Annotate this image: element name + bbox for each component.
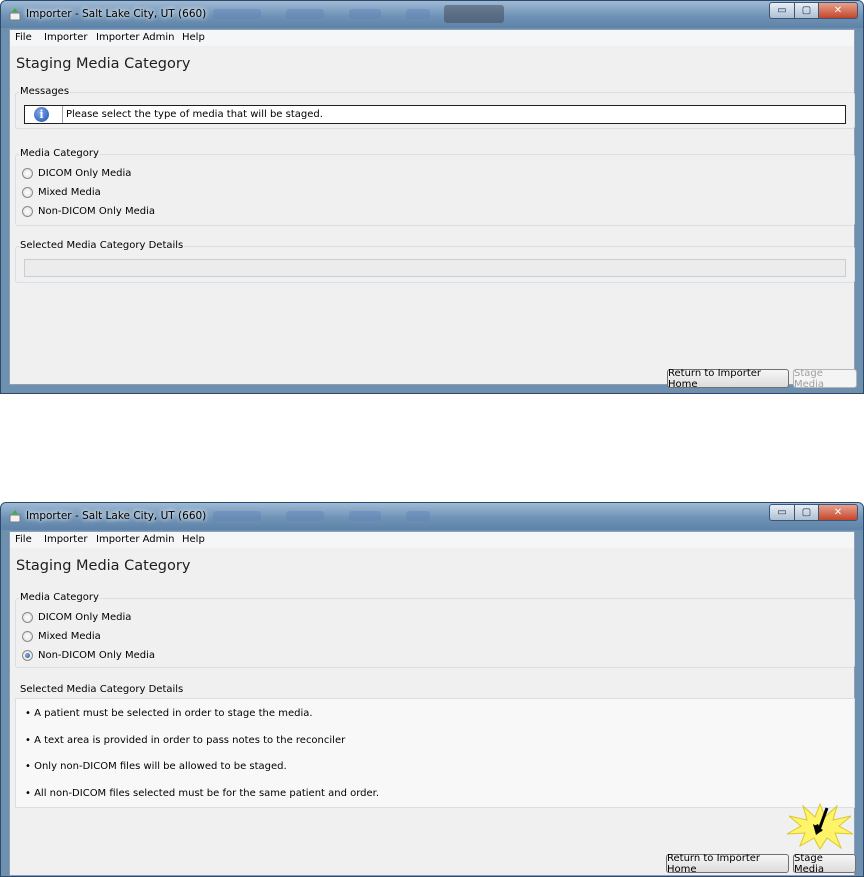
radio-button[interactable]: [22, 186, 33, 198]
menu-file[interactable]: File: [15, 534, 32, 545]
radio-button-selected[interactable]: [22, 649, 33, 661]
radio-label: DICOM Only Media: [38, 167, 132, 179]
radio-label: Non-DICOM Only Media: [38, 649, 155, 661]
background-title-blur: [349, 511, 381, 521]
radio-label: Mixed Media: [38, 186, 101, 198]
info-icon: i: [34, 107, 49, 122]
importer-window-1: Importer - Salt Lake City, UT (660) ▭ ▢ …: [0, 0, 864, 394]
radio-non-dicom-only[interactable]: Non-DICOM Only Media: [22, 204, 155, 218]
title-bar: Importer - Salt Lake City, UT (660) ▭ ▢ …: [1, 503, 863, 530]
media-category-label: Media Category: [19, 592, 100, 603]
background-title-blur: [213, 9, 261, 19]
details-panel: • A patient must be selected in order to…: [15, 698, 855, 808]
menu-bar: File Importer Importer Admin Help: [10, 532, 854, 548]
close-button[interactable]: ✕: [818, 2, 858, 19]
menu-importer[interactable]: Importer: [44, 534, 87, 545]
details-panel: [24, 259, 846, 277]
radio-mixed-media[interactable]: Mixed Media: [22, 185, 101, 199]
return-home-button[interactable]: Return to Importer Home: [667, 368, 789, 390]
menu-importer-admin[interactable]: Importer Admin: [96, 32, 175, 43]
title-bar: Importer - Salt Lake City, UT (660) ▭ ▢ …: [1, 1, 863, 28]
radio-label: DICOM Only Media: [38, 611, 132, 623]
minimize-button[interactable]: ▭: [769, 2, 795, 19]
background-title-blur: [349, 9, 381, 19]
background-title-blur: [406, 511, 430, 521]
menu-bar: File Importer Importer Admin Help: [10, 30, 854, 46]
minimize-button[interactable]: ▭: [769, 504, 795, 521]
app-icon: [9, 8, 21, 21]
maximize-button[interactable]: ▢: [794, 2, 819, 19]
radio-dicom-only[interactable]: DICOM Only Media: [22, 166, 131, 180]
message-text: Please select the type of media that wil…: [66, 109, 323, 120]
client-area: File Importer Importer Admin Help Stagin…: [9, 531, 856, 876]
radio-dicom-only[interactable]: DICOM Only Media: [22, 610, 131, 624]
radio-mixed-media[interactable]: Mixed Media: [22, 629, 101, 643]
detail-item: • All non-DICOM files selected must be f…: [25, 788, 380, 799]
menu-importer[interactable]: Importer: [44, 32, 87, 43]
background-title-blur: [444, 5, 504, 23]
menu-importer-admin[interactable]: Importer Admin: [96, 534, 175, 545]
radio-button[interactable]: [22, 630, 33, 642]
menu-file[interactable]: File: [15, 32, 32, 43]
highlight-burst-icon: [786, 802, 854, 850]
detail-item: • Only non-DICOM files will be allowed t…: [25, 761, 287, 772]
detail-item: • A text area is provided in order to pa…: [25, 735, 346, 746]
app-icon: [9, 510, 21, 523]
background-title-blur: [286, 511, 324, 521]
background-title-blur: [406, 9, 430, 19]
divider: [62, 106, 63, 123]
importer-window-2: Importer - Salt Lake City, UT (660) ▭ ▢ …: [0, 502, 864, 877]
background-title-blur: [213, 511, 261, 521]
window-title: Importer - Salt Lake City, UT (660): [26, 8, 207, 20]
radio-label: Non-DICOM Only Media: [38, 205, 155, 217]
stage-media-button[interactable]: Stage Media: [793, 853, 856, 875]
messages-label: Messages: [19, 86, 71, 97]
detail-item: • A patient must be selected in order to…: [25, 708, 313, 719]
page-title: Staging Media Category: [16, 558, 191, 574]
menu-help[interactable]: Help: [182, 534, 205, 545]
client-area: File Importer Importer Admin Help Stagin…: [9, 29, 857, 390]
page-title: Staging Media Category: [16, 56, 191, 72]
radio-non-dicom-only[interactable]: Non-DICOM Only Media: [22, 648, 155, 662]
background-title-blur: [286, 9, 324, 19]
return-home-button[interactable]: Return to Importer Home: [666, 853, 789, 875]
radio-button[interactable]: [22, 167, 33, 179]
window-title: Importer - Salt Lake City, UT (660): [26, 510, 207, 522]
details-label: Selected Media Category Details: [19, 240, 185, 251]
radio-label: Mixed Media: [38, 630, 101, 642]
details-label: Selected Media Category Details: [19, 684, 185, 695]
menu-help[interactable]: Help: [182, 32, 205, 43]
radio-button[interactable]: [22, 205, 33, 217]
media-category-label: Media Category: [19, 148, 100, 159]
maximize-button[interactable]: ▢: [794, 504, 819, 521]
stage-media-button[interactable]: Stage Media: [793, 368, 857, 390]
radio-button[interactable]: [22, 611, 33, 623]
close-button[interactable]: ✕: [818, 504, 858, 521]
message-box: i Please select the type of media that w…: [24, 105, 846, 124]
